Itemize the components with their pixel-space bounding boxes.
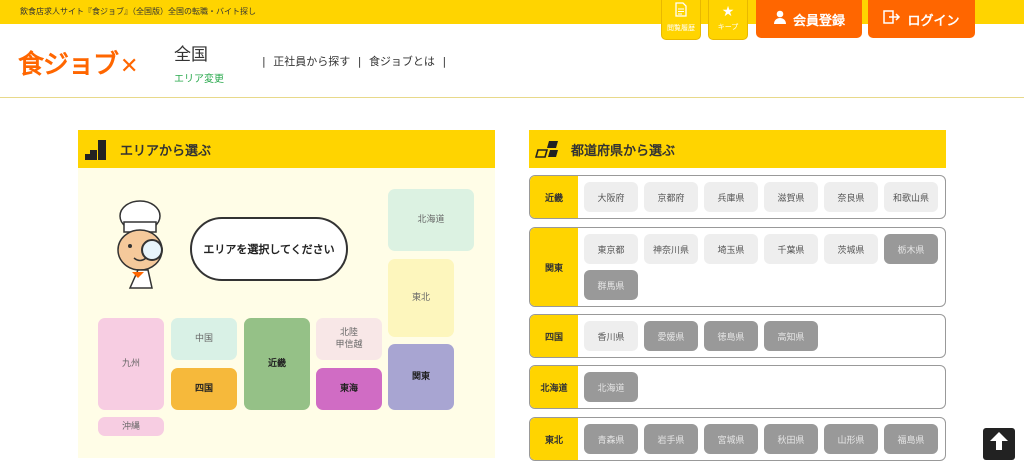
pref-row-kinki: 近畿 大阪府 京都府 兵庫県 滋賀県 奈良県 和歌山県: [529, 175, 946, 219]
pref-iwate[interactable]: 岩手県: [644, 424, 698, 454]
pref-wakayama[interactable]: 和歌山県: [884, 182, 938, 212]
pref-chiba[interactable]: 千葉県: [764, 234, 818, 264]
nav-about[interactable]: 食ジョブとは: [369, 55, 435, 68]
pref-ibaraki[interactable]: 茨城県: [824, 234, 878, 264]
pref-fukushima[interactable]: 福島県: [884, 424, 938, 454]
site-header: 食ジョブ✕ 全国 エリア変更 | 正社員から探す | 食ジョブとは |: [0, 24, 1024, 98]
row-label: 関東: [530, 228, 578, 306]
pref-miyagi[interactable]: 宮城県: [704, 424, 758, 454]
pref-tokyo[interactable]: 東京都: [584, 234, 638, 264]
logo-text: 食ジョブ: [18, 50, 119, 80]
pref-kyoto[interactable]: 京都府: [644, 182, 698, 212]
region-hokkaido[interactable]: 北海道: [388, 189, 474, 251]
pref-saitama[interactable]: 埼玉県: [704, 234, 758, 264]
pref-row-tohoku: 東北 青森県 岩手県 宮城県 秋田県 山形県 福島県: [529, 417, 946, 461]
document-icon: [662, 2, 700, 23]
pref-osaka[interactable]: 大阪府: [584, 182, 638, 212]
pref-section-header: 都道府県から選ぶ: [529, 130, 946, 168]
region-hokuriku-koshinetsu[interactable]: 北陸 甲信越: [316, 318, 382, 360]
pref-nara[interactable]: 奈良県: [824, 182, 878, 212]
pref-hyogo[interactable]: 兵庫県: [704, 182, 758, 212]
area-section-header: エリアから選ぶ: [78, 130, 495, 168]
pref-row-shikoku: 四国 香川県 愛媛県 徳島県 高知県: [529, 314, 946, 358]
region-tokai[interactable]: 東海: [316, 368, 382, 410]
pref-section-title: 都道府県から選ぶ: [571, 143, 676, 159]
pref-tokushima[interactable]: 徳島県: [704, 321, 758, 351]
pref-yamagata[interactable]: 山形県: [824, 424, 878, 454]
map-tiles-icon: [535, 138, 561, 160]
region-kyushu[interactable]: 九州: [98, 318, 164, 410]
pref-ehime[interactable]: 愛媛県: [644, 321, 698, 351]
pref-kagawa[interactable]: 香川県: [584, 321, 638, 351]
row-label: 北海道: [530, 366, 578, 408]
arrow-up-icon: [987, 429, 1011, 459]
star-icon: ★: [721, 4, 735, 20]
site-logo[interactable]: 食ジョブ✕: [18, 44, 138, 81]
current-region: 全国: [174, 45, 208, 65]
region-okinawa[interactable]: 沖縄: [98, 417, 164, 436]
pref-kochi[interactable]: 高知県: [764, 321, 818, 351]
site-tagline: 飲食店求人サイト『食ジョブ』（全国版）全国の転職・バイト探し: [20, 7, 256, 16]
pref-row-kanto: 関東 東京都 神奈川県 埼玉県 千葉県 茨城県 栃木県 群馬県: [529, 227, 946, 307]
nav-fulltime[interactable]: 正社員から探す: [273, 55, 350, 68]
region-change-link[interactable]: エリア変更: [174, 70, 224, 85]
fork-knife-icon: ✕: [120, 54, 138, 79]
region-kanto[interactable]: 関東: [388, 344, 454, 410]
back-to-top-button[interactable]: [983, 428, 1015, 460]
header-nav: | 正社員から探す | 食ジョブとは |: [262, 55, 447, 68]
row-label: 近畿: [530, 176, 578, 218]
pref-aomori[interactable]: 青森県: [584, 424, 638, 454]
region-kinki[interactable]: 近畿: [244, 318, 310, 410]
pref-akita[interactable]: 秋田県: [764, 424, 818, 454]
chef-mascot-icon: [117, 200, 163, 289]
region-tohoku[interactable]: 東北: [388, 259, 454, 337]
region-shikoku[interactable]: 四国: [171, 368, 237, 410]
pref-gunma[interactable]: 群馬県: [584, 270, 638, 300]
area-map: エリアを選択してください 北海道 東北 九州 中国 近畿 北陸 甲信越 関東 四…: [78, 168, 495, 458]
row-label: 東北: [530, 418, 578, 460]
pref-row-hokkaido: 北海道 北海道: [529, 365, 946, 409]
select-area-bubble: エリアを選択してください: [190, 217, 348, 281]
region-chugoku[interactable]: 中国: [171, 318, 237, 360]
buildings-icon: [84, 138, 110, 160]
pref-kanagawa[interactable]: 神奈川県: [644, 234, 698, 264]
pref-tochigi[interactable]: 栃木県: [884, 234, 938, 264]
row-label: 四国: [530, 315, 578, 357]
pref-shiga[interactable]: 滋賀県: [764, 182, 818, 212]
area-section-title: エリアから選ぶ: [120, 143, 212, 159]
pref-hokkaido[interactable]: 北海道: [584, 372, 638, 402]
